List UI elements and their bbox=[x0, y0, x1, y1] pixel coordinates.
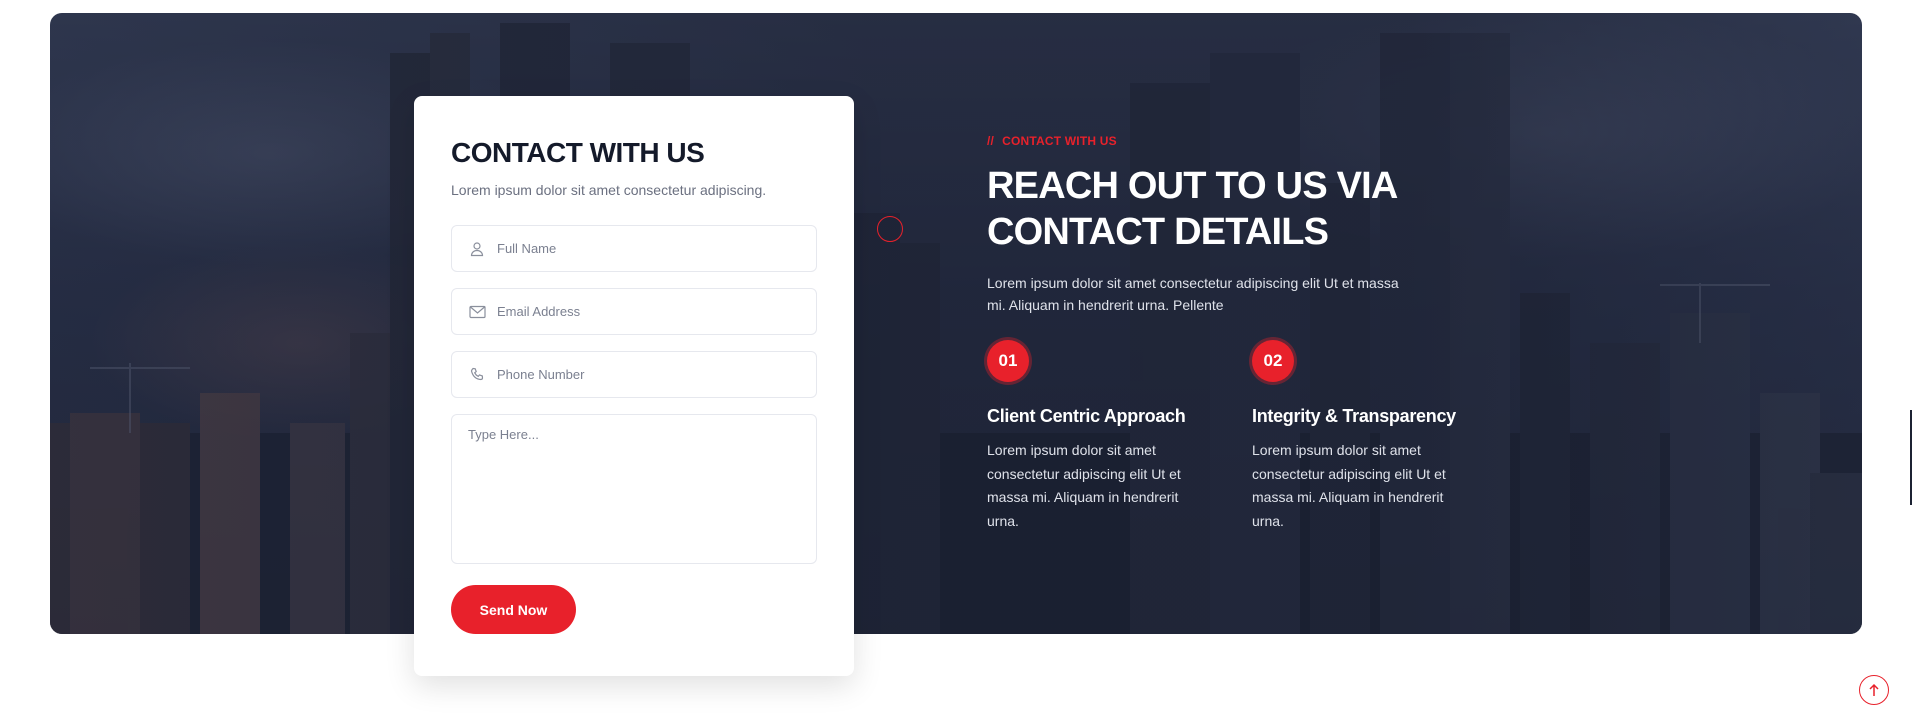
heading-line-2: CONTACT DETAILS bbox=[987, 211, 1329, 253]
contact-form-card: CONTACT WITH US Lorem ipsum dolor sit am… bbox=[414, 96, 854, 676]
form-subtitle: Lorem ipsum dolor sit amet consectetur a… bbox=[451, 182, 767, 198]
feature-title: Client Centric Approach bbox=[987, 406, 1186, 426]
email-field[interactable] bbox=[451, 288, 817, 335]
scroll-to-top-button[interactable] bbox=[1859, 675, 1889, 705]
message-textarea[interactable] bbox=[468, 427, 800, 551]
section-lead: Lorem ipsum dolor sit amet consectetur a… bbox=[987, 275, 1399, 313]
eyebrow-text: CONTACT WITH US bbox=[1002, 134, 1117, 148]
send-now-button[interactable]: Send Now bbox=[451, 585, 576, 634]
feature-item: 02 Integrity & Transparency Lorem ipsum … bbox=[1252, 340, 1482, 533]
user-icon bbox=[468, 240, 486, 258]
arrow-up-icon bbox=[1868, 683, 1880, 697]
feature-title: Integrity & Transparency bbox=[1252, 406, 1456, 426]
email-input[interactable] bbox=[495, 303, 795, 320]
feature-number-badge: 02 bbox=[1252, 340, 1294, 382]
heading-line-1: REACH OUT TO US VIA bbox=[987, 165, 1398, 207]
form-title: CONTACT WITH US bbox=[451, 137, 705, 168]
full-name-field[interactable] bbox=[451, 225, 817, 272]
feature-text: Lorem ipsum dolor sit amet consectetur a… bbox=[1252, 442, 1446, 529]
feature-number-badge: 01 bbox=[987, 340, 1029, 382]
banner-overlay bbox=[50, 13, 1862, 634]
section-heading: REACH OUT TO US VIA CONTACT DETAILS bbox=[987, 163, 1447, 255]
phone-icon bbox=[468, 366, 486, 384]
contact-banner bbox=[50, 13, 1862, 634]
message-field[interactable] bbox=[451, 414, 817, 564]
section-eyebrow: // CONTACT WITH US bbox=[987, 134, 1117, 148]
eyebrow-slashes: // bbox=[987, 134, 995, 148]
envelope-icon bbox=[468, 303, 486, 321]
feature-item: 01 Client Centric Approach Lorem ipsum d… bbox=[987, 340, 1217, 533]
phone-field[interactable] bbox=[451, 351, 817, 398]
feature-text: Lorem ipsum dolor sit amet consectetur a… bbox=[987, 442, 1181, 529]
scrollbar-edge bbox=[1910, 410, 1912, 505]
decorative-circle bbox=[877, 216, 903, 242]
phone-input[interactable] bbox=[495, 366, 795, 383]
full-name-input[interactable] bbox=[495, 240, 795, 257]
